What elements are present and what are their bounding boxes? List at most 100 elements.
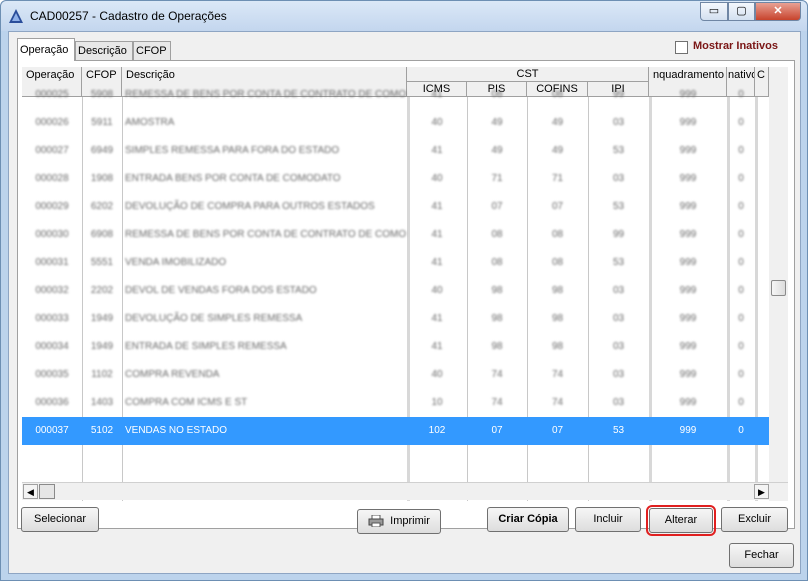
table-row[interactable]: 000029 6202 DEVOLUÇÃO DE COMPRA PARA OUTRO… (22, 193, 769, 221)
cell-enquadramento (649, 445, 727, 473)
table-row[interactable]: 000033 1949 DEVOLUÇÃO DE SIMPLES REMESSA 41… (22, 305, 769, 333)
cell-cfop: 5102 (90, 425, 114, 436)
cell-cfop: 1102 (91, 369, 113, 380)
cell-cofins: 98 (551, 285, 564, 296)
cell-cfop: 6908 (90, 229, 114, 240)
cell-operacao: 000026 (35, 117, 69, 128)
operations-grid[interactable]: Operação CFOP Descrição CST ICMS PIS COF… (22, 67, 788, 501)
cell-cfop: 6949 (90, 145, 114, 156)
cell-cofins: 07 (551, 425, 564, 436)
cell-inativo: 0 (738, 369, 744, 380)
cell-descricao: VENDAS NO ESTADO (125, 425, 228, 436)
minimize-icon: ▭ (708, 5, 720, 17)
table-row[interactable]: 000032 2202 DEVOL DE VENDAS FORA DOS ESTAD… (22, 277, 769, 305)
cell-ipi: 03 (612, 117, 625, 128)
imprimir-button[interactable]: Imprimir (357, 509, 441, 534)
close-icon: ✕ (773, 5, 783, 17)
cell-operacao: 000036 (35, 397, 69, 408)
cell-cofins: 49 (551, 117, 564, 128)
cell-cfop: 2202 (90, 285, 114, 296)
table-row[interactable]: 000035 1102 COMPRA REVENDA 40 74 74 03 999 0 (22, 361, 769, 389)
table-row[interactable]: 000025 5908 REMESSA DE BENS POR CONTA DE C… (22, 81, 769, 109)
maximize-button[interactable]: ▢ (728, 2, 755, 21)
cell-descricao: COMPRA REVENDA (125, 369, 220, 380)
cell-cfop: 1949 (90, 341, 114, 352)
vertical-scrollbar-thumb[interactable] (771, 280, 786, 296)
tab-descricao[interactable]: Descrição (75, 41, 133, 60)
cell-icms: 41 (431, 89, 443, 100)
cell-operacao: 000030 (35, 229, 69, 240)
cell-cfop (82, 445, 122, 473)
cell-operacao: 000031 (35, 257, 69, 268)
table-row[interactable]: 000036 1403 COMPRA COM ICMS E ST 10 74 74 03 99… (22, 389, 769, 417)
cell-pis: 08 (491, 257, 503, 268)
table-row[interactable]: 000030 6908 REMESSA DE BENS POR CONTA DE C… (22, 221, 769, 249)
cell-cofins: 74 (551, 369, 564, 380)
alterar-button[interactable]: Alterar (646, 505, 716, 536)
cell-pis: 07 (491, 201, 503, 212)
cell-ipi: 03 (612, 397, 625, 408)
show-inactive-label[interactable]: Mostrar Inativos (693, 40, 778, 52)
cell-enquadramento: 999 (679, 229, 697, 240)
horizontal-scrollbar-thumb[interactable] (39, 484, 55, 499)
cell-icms: 41 (431, 257, 443, 268)
cell-ipi: 03 (612, 369, 625, 380)
minimize-button[interactable]: ▭ (700, 2, 728, 21)
cell-descricao: DEVOL DE VENDAS FORA DOS ESTADO (125, 285, 317, 296)
cell-descricao (122, 445, 407, 473)
fechar-button[interactable]: Fechar (729, 543, 794, 568)
cell-enquadramento: 999 (679, 145, 697, 156)
scroll-left-arrow-icon[interactable]: ◀ (23, 484, 38, 499)
vertical-scrollbar[interactable] (769, 67, 788, 501)
selecionar-button[interactable]: Selecionar (21, 507, 99, 532)
table-row[interactable]: 000034 1949 ENTRADA DE SIMPLES REMESSA 41 98… (22, 333, 769, 361)
cell-icms: 40 (431, 285, 443, 296)
cell-operacao: 000025 (35, 89, 69, 100)
incluir-button[interactable]: Incluir (575, 507, 641, 532)
cell-icms: 10 (431, 397, 443, 408)
cell-cofins: 98 (551, 313, 564, 324)
cell-descricao: VENDA IMOBILIZADO (125, 257, 227, 268)
show-inactive-checkbox[interactable] (675, 41, 688, 54)
criar-copia-button[interactable]: Criar Cópia (487, 507, 569, 532)
cell-descricao: DEVOLUÇÃO DE COMPRA PARA OUTROS ESTADOS (125, 201, 375, 212)
cell-inativo: 0 (738, 425, 744, 436)
cell-cofins: 07 (551, 201, 564, 212)
cell-operacao: 000035 (35, 369, 69, 380)
tab-cfop[interactable]: CFOP (133, 41, 171, 60)
table-row-selected[interactable]: 000037 5102 VENDAS NO ESTADO 102 07 07 53 999 0 (22, 417, 769, 445)
tab-operacao[interactable]: Operação (17, 38, 75, 61)
cell-operacao: 000029 (35, 201, 69, 212)
cell-cofins: 08 (551, 89, 564, 100)
excluir-button[interactable]: Excluir (721, 507, 788, 532)
scroll-right-arrow-icon[interactable]: ▶ (754, 484, 769, 499)
cell-enquadramento: 999 (679, 285, 697, 296)
table-row[interactable] (22, 445, 769, 473)
table-row[interactable]: 000031 5551 VENDA IMOBILIZADO 41 08 08 53 999 0 (22, 249, 769, 277)
cell-enquadramento: 999 (679, 117, 697, 128)
cell-descricao: REMESSA DE BENS POR CONTA DE CONTRATO DE… (125, 229, 407, 240)
cell-enquadramento: 999 (679, 173, 697, 184)
table-row[interactable]: 000028 1908 ENTRADA BENS POR CONTA DE COMO… (22, 165, 769, 193)
cell-inativo: 0 (738, 117, 744, 128)
cell-cfop: 1949 (90, 313, 114, 324)
cell-ipi: 03 (612, 313, 625, 324)
cell-cfop: 1403 (90, 397, 114, 408)
cell-enquadramento: 999 (679, 397, 697, 408)
cell-pis: 98 (491, 341, 503, 352)
cell-enquadramento: 999 (679, 369, 697, 380)
cell-cofins: 71 (551, 173, 564, 184)
cell-ipi: 03 (612, 285, 625, 296)
cell-cofins: 08 (551, 229, 564, 240)
title-bar[interactable]: CAD00257 - Cadastro de Operações ▭ ▢ ✕ (1, 1, 807, 31)
table-row[interactable]: 000026 5911 AMOSTRA 40 49 49 03 999 0 (22, 109, 769, 137)
cell-ipi: 53 (612, 425, 625, 436)
window-title: CAD00257 - Cadastro de Operações (30, 9, 227, 23)
close-window-button[interactable]: ✕ (755, 2, 801, 21)
cell-icms: 40 (431, 369, 443, 380)
app-triangle-icon (9, 9, 23, 23)
imprimir-label: Imprimir (390, 515, 430, 527)
horizontal-scrollbar[interactable]: ◀ ▶ (22, 482, 788, 500)
cell-inativo (727, 445, 755, 473)
table-row[interactable]: 000027 6949 SIMPLES REMESSA PARA FORA DO E… (22, 137, 769, 165)
